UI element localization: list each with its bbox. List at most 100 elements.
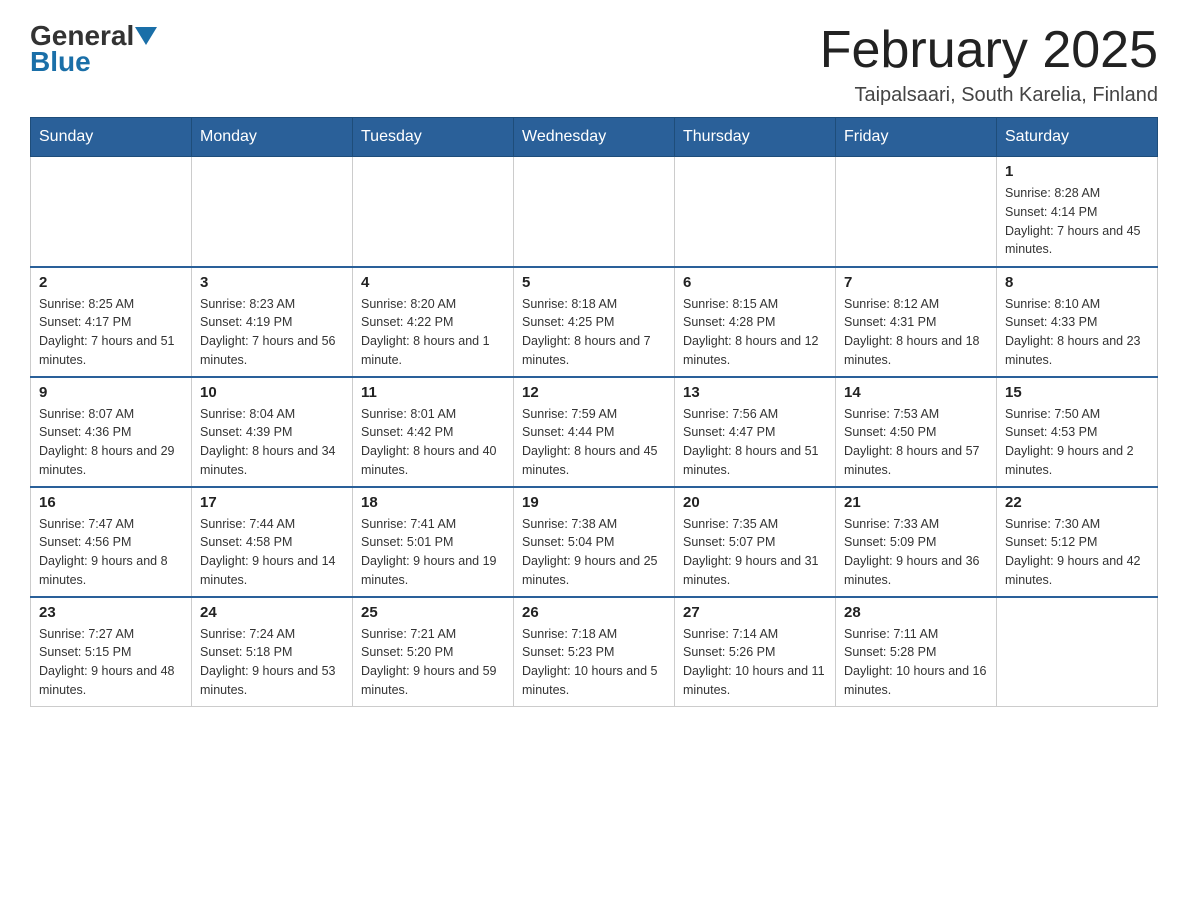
calendar-cell: 8 Sunrise: 8:10 AMSunset: 4:33 PMDaylight…	[997, 267, 1158, 377]
day-number: 4	[361, 274, 505, 291]
day-info: Sunrise: 7:53 AMSunset: 4:50 PMDaylight:…	[844, 405, 988, 480]
day-info: Sunrise: 7:21 AMSunset: 5:20 PMDaylight:…	[361, 625, 505, 700]
day-info: Sunrise: 8:01 AMSunset: 4:42 PMDaylight:…	[361, 405, 505, 480]
title-area: February 2025 Taipalsaari, South Karelia…	[820, 20, 1158, 107]
calendar-cell: 23 Sunrise: 7:27 AMSunset: 5:15 PMDayligh…	[31, 597, 192, 707]
day-info: Sunrise: 7:14 AMSunset: 5:26 PMDaylight:…	[683, 625, 827, 700]
calendar-week-row: 23 Sunrise: 7:27 AMSunset: 5:15 PMDayligh…	[31, 597, 1158, 707]
calendar-cell	[675, 157, 836, 267]
calendar-cell	[514, 157, 675, 267]
day-number: 17	[200, 494, 344, 511]
calendar-cell: 15 Sunrise: 7:50 AMSunset: 4:53 PMDayligh…	[997, 377, 1158, 487]
day-number: 15	[1005, 384, 1149, 401]
day-number: 8	[1005, 274, 1149, 291]
month-title: February 2025	[820, 20, 1158, 80]
day-number: 21	[844, 494, 988, 511]
calendar-header-wednesday: Wednesday	[514, 118, 675, 157]
calendar-cell: 7 Sunrise: 8:12 AMSunset: 4:31 PMDaylight…	[836, 267, 997, 377]
logo-triangle-icon	[135, 27, 157, 45]
calendar-cell: 14 Sunrise: 7:53 AMSunset: 4:50 PMDayligh…	[836, 377, 997, 487]
day-info: Sunrise: 7:47 AMSunset: 4:56 PMDaylight:…	[39, 515, 183, 590]
calendar-cell: 24 Sunrise: 7:24 AMSunset: 5:18 PMDayligh…	[192, 597, 353, 707]
page-header: General Blue February 2025 Taipalsaari, …	[30, 20, 1158, 107]
calendar-cell	[836, 157, 997, 267]
day-info: Sunrise: 8:10 AMSunset: 4:33 PMDaylight:…	[1005, 295, 1149, 370]
day-number: 14	[844, 384, 988, 401]
calendar-week-row: 2Sunrise: 8:25 AMSunset: 4:17 PMDaylight…	[31, 267, 1158, 377]
calendar-cell	[997, 597, 1158, 707]
day-number: 11	[361, 384, 505, 401]
calendar-cell: 27Sunrise: 7:14 AMSunset: 5:26 PMDayligh…	[675, 597, 836, 707]
day-number: 16	[39, 494, 183, 511]
day-number: 18	[361, 494, 505, 511]
day-number: 3	[200, 274, 344, 291]
calendar-header-friday: Friday	[836, 118, 997, 157]
day-info: Sunrise: 8:12 AMSunset: 4:31 PMDaylight:…	[844, 295, 988, 370]
day-number: 25	[361, 604, 505, 621]
calendar-cell	[31, 157, 192, 267]
calendar-cell: 10 Sunrise: 8:04 AMSunset: 4:39 PMDayligh…	[192, 377, 353, 487]
day-number: 7	[844, 274, 988, 291]
day-info: Sunrise: 7:38 AMSunset: 5:04 PMDaylight:…	[522, 515, 666, 590]
calendar-cell: 18 Sunrise: 7:41 AMSunset: 5:01 PMDayligh…	[353, 487, 514, 597]
day-info: Sunrise: 7:24 AMSunset: 5:18 PMDaylight:…	[200, 625, 344, 700]
day-info: Sunrise: 7:56 AMSunset: 4:47 PMDaylight:…	[683, 405, 827, 480]
calendar-header-thursday: Thursday	[675, 118, 836, 157]
calendar-cell: 5 Sunrise: 8:18 AMSunset: 4:25 PMDaylight…	[514, 267, 675, 377]
calendar-week-row: 1Sunrise: 8:28 AMSunset: 4:14 PMDaylight…	[31, 157, 1158, 267]
day-info: Sunrise: 8:28 AMSunset: 4:14 PMDaylight:…	[1005, 184, 1149, 259]
calendar-header-monday: Monday	[192, 118, 353, 157]
calendar-cell: 16 Sunrise: 7:47 AMSunset: 4:56 PMDayligh…	[31, 487, 192, 597]
day-number: 6	[683, 274, 827, 291]
calendar-header-row: SundayMondayTuesdayWednesdayThursdayFrid…	[31, 118, 1158, 157]
day-info: Sunrise: 7:27 AMSunset: 5:15 PMDaylight:…	[39, 625, 183, 700]
calendar-cell: 1Sunrise: 8:28 AMSunset: 4:14 PMDaylight…	[997, 157, 1158, 267]
day-info: Sunrise: 8:04 AMSunset: 4:39 PMDaylight:…	[200, 405, 344, 480]
day-info: Sunrise: 8:18 AMSunset: 4:25 PMDaylight:…	[522, 295, 666, 370]
day-info: Sunrise: 7:50 AMSunset: 4:53 PMDaylight:…	[1005, 405, 1149, 480]
calendar-header-tuesday: Tuesday	[353, 118, 514, 157]
day-info: Sunrise: 7:33 AMSunset: 5:09 PMDaylight:…	[844, 515, 988, 590]
day-info: Sunrise: 8:07 AMSunset: 4:36 PMDaylight:…	[39, 405, 183, 480]
day-number: 24	[200, 604, 344, 621]
day-info: Sunrise: 7:35 AMSunset: 5:07 PMDaylight:…	[683, 515, 827, 590]
calendar-cell: 9 Sunrise: 8:07 AMSunset: 4:36 PMDaylight…	[31, 377, 192, 487]
day-number: 12	[522, 384, 666, 401]
location-subtitle: Taipalsaari, South Karelia, Finland	[820, 84, 1158, 107]
day-info: Sunrise: 7:18 AMSunset: 5:23 PMDaylight:…	[522, 625, 666, 700]
day-number: 10	[200, 384, 344, 401]
day-number: 13	[683, 384, 827, 401]
calendar-cell: 26 Sunrise: 7:18 AMSunset: 5:23 PMDayligh…	[514, 597, 675, 707]
day-info: Sunrise: 7:41 AMSunset: 5:01 PMDaylight:…	[361, 515, 505, 590]
calendar-cell: 6 Sunrise: 8:15 AMSunset: 4:28 PMDaylight…	[675, 267, 836, 377]
calendar-cell: 19 Sunrise: 7:38 AMSunset: 5:04 PMDayligh…	[514, 487, 675, 597]
day-info: Sunrise: 8:23 AMSunset: 4:19 PMDaylight:…	[200, 295, 344, 370]
calendar-table: SundayMondayTuesdayWednesdayThursdayFrid…	[30, 117, 1158, 707]
calendar-cell: 20 Sunrise: 7:35 AMSunset: 5:07 PMDayligh…	[675, 487, 836, 597]
calendar-cell	[192, 157, 353, 267]
logo-blue-text: Blue	[30, 46, 91, 77]
day-number: 26	[522, 604, 666, 621]
day-info: Sunrise: 8:15 AMSunset: 4:28 PMDaylight:…	[683, 295, 827, 370]
day-number: 9	[39, 384, 183, 401]
logo-area: General Blue	[30, 20, 159, 78]
calendar-week-row: 16 Sunrise: 7:47 AMSunset: 4:56 PMDayligh…	[31, 487, 1158, 597]
day-number: 19	[522, 494, 666, 511]
day-number: 23	[39, 604, 183, 621]
day-number: 5	[522, 274, 666, 291]
calendar-week-row: 9 Sunrise: 8:07 AMSunset: 4:36 PMDaylight…	[31, 377, 1158, 487]
day-info: Sunrise: 7:59 AMSunset: 4:44 PMDaylight:…	[522, 405, 666, 480]
calendar-cell: 22 Sunrise: 7:30 AMSunset: 5:12 PMDayligh…	[997, 487, 1158, 597]
calendar-cell: 13 Sunrise: 7:56 AMSunset: 4:47 PMDayligh…	[675, 377, 836, 487]
calendar-cell: 3 Sunrise: 8:23 AMSunset: 4:19 PMDaylight…	[192, 267, 353, 377]
calendar-cell: 11 Sunrise: 8:01 AMSunset: 4:42 PMDayligh…	[353, 377, 514, 487]
calendar-cell: 25 Sunrise: 7:21 AMSunset: 5:20 PMDayligh…	[353, 597, 514, 707]
day-number: 20	[683, 494, 827, 511]
calendar-header-saturday: Saturday	[997, 118, 1158, 157]
day-info: Sunrise: 8:20 AMSunset: 4:22 PMDaylight:…	[361, 295, 505, 370]
day-info: Sunrise: 8:25 AMSunset: 4:17 PMDaylight:…	[39, 295, 183, 370]
calendar-header-sunday: Sunday	[31, 118, 192, 157]
day-info: Sunrise: 7:30 AMSunset: 5:12 PMDaylight:…	[1005, 515, 1149, 590]
day-number: 22	[1005, 494, 1149, 511]
calendar-cell: 17Sunrise: 7:44 AMSunset: 4:58 PMDayligh…	[192, 487, 353, 597]
